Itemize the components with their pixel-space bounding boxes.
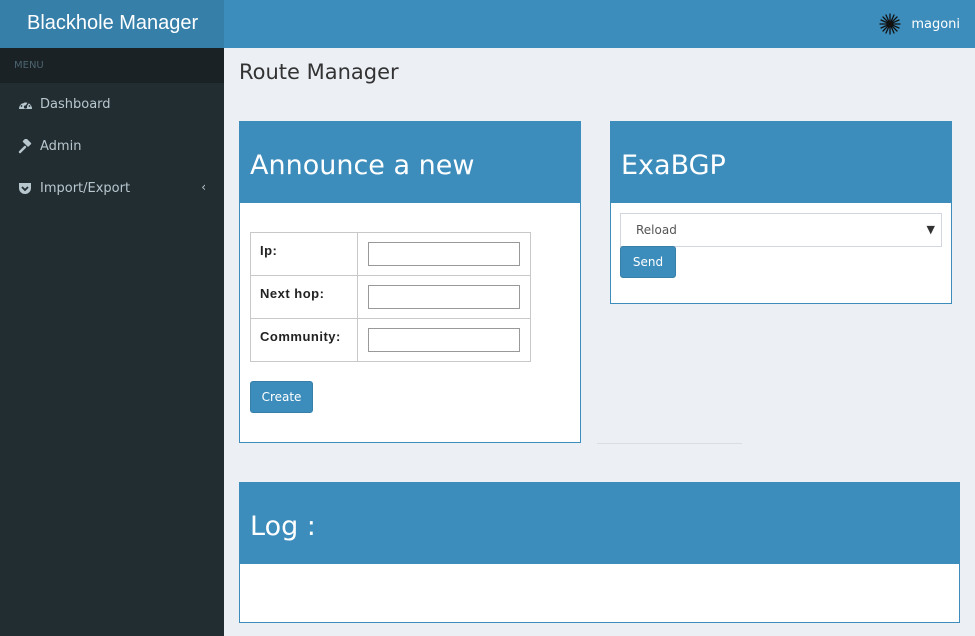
sidebar: MENU Dashboard Admin Import/Export ‹ [0, 48, 224, 636]
sidebar-item-import-export[interactable]: Import/Export ‹ [0, 167, 224, 209]
exabgp-panel: ExaBGP Reload ▼ Send [610, 121, 952, 304]
log-panel-title: Log : [240, 483, 959, 564]
form-row-ip: Ip: [250, 232, 531, 276]
chevron-left-icon[interactable]: ‹ [201, 180, 206, 194]
select-value: Reload [636, 223, 677, 237]
sidebar-item-label: Dashboard [40, 96, 111, 112]
community-label: Community: [250, 318, 358, 362]
top-navbar: magoni [224, 0, 975, 48]
announce-panel-title: Announce a new Network : [240, 122, 580, 269]
sidebar-item-label: Import/Export [40, 180, 131, 196]
sidebar-menu-header: MENU [0, 48, 224, 83]
divider [597, 443, 742, 444]
next-hop-input[interactable] [368, 285, 520, 309]
user-menu[interactable]: magoni [879, 0, 960, 48]
dashboard-icon [17, 96, 33, 112]
community-input[interactable] [368, 328, 520, 352]
announce-form: Ip: Next hop: Community: [250, 232, 531, 362]
app-logo[interactable]: Blackhole Manager [0, 0, 224, 48]
sidebar-item-admin[interactable]: Admin [0, 125, 224, 167]
form-row-community: Community: [250, 318, 531, 362]
user-name[interactable]: magoni [911, 17, 960, 32]
ip-label: Ip: [250, 232, 358, 276]
spiky-star-icon [879, 13, 901, 35]
log-panel: Log : [239, 482, 960, 623]
sidebar-item-dashboard[interactable]: Dashboard [0, 83, 224, 125]
form-row-next-hop: Next hop: [250, 275, 531, 319]
exabgp-panel-title: ExaBGP [611, 122, 951, 203]
shield-icon [17, 180, 33, 196]
hammer-icon [17, 138, 33, 154]
dropdown-arrow-icon: ▼ [926, 223, 935, 236]
send-button[interactable]: Send [620, 246, 676, 278]
exabgp-command-select[interactable]: Reload ▼ [620, 213, 942, 247]
announce-network-panel: Announce a new Network : Ip: Next hop: C… [239, 121, 581, 443]
page-title: Route Manager [239, 60, 399, 84]
next-hop-label: Next hop: [250, 275, 358, 319]
sidebar-item-label: Admin [40, 138, 82, 154]
ip-input[interactable] [368, 242, 520, 266]
create-button[interactable]: Create [250, 381, 313, 413]
